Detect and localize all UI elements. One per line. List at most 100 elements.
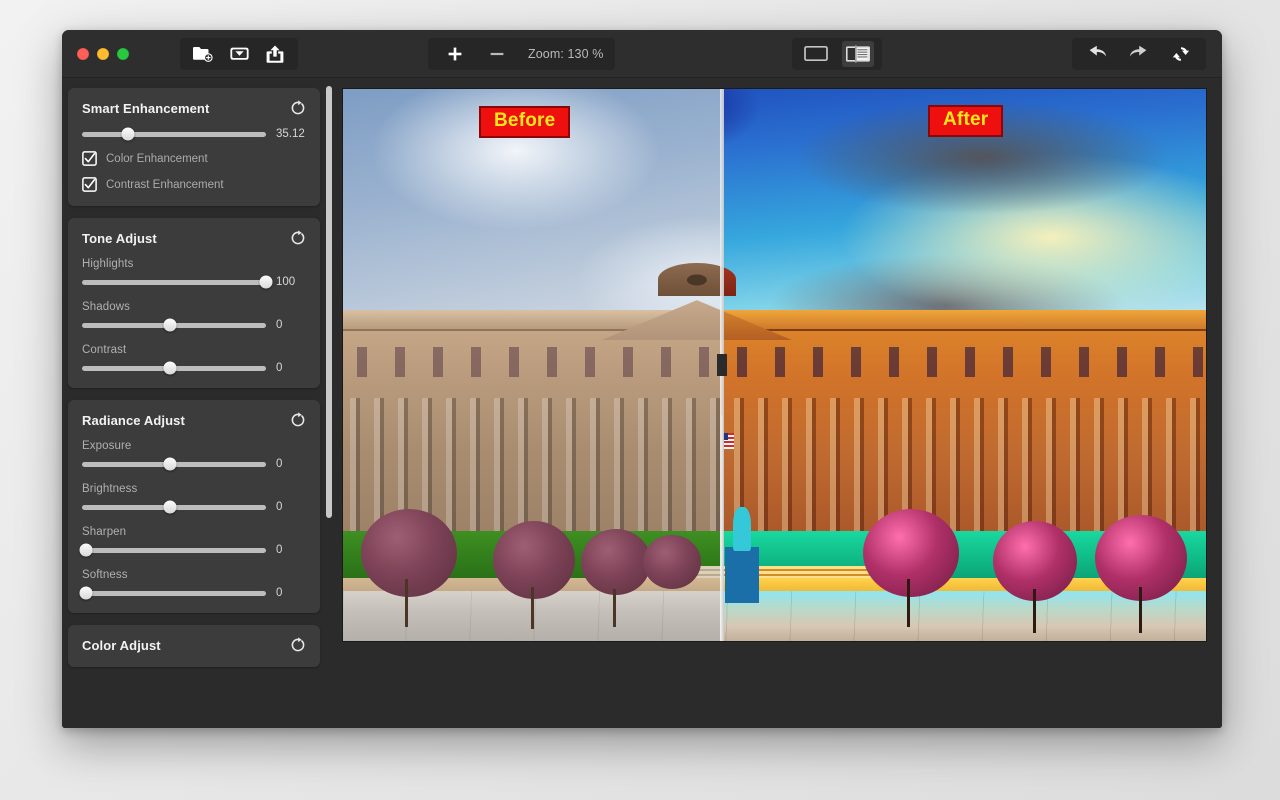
reset-panel-icon[interactable] bbox=[290, 412, 306, 428]
slider-label-shadows: Shadows bbox=[82, 301, 131, 313]
slider-value: 0 bbox=[276, 319, 283, 331]
slider-thumb[interactable] bbox=[79, 586, 93, 600]
slider-track[interactable] bbox=[79, 543, 266, 557]
slider-value: 35.12 bbox=[276, 128, 305, 140]
slider-thumb[interactable] bbox=[163, 457, 177, 471]
tree-trunk bbox=[1139, 587, 1142, 633]
slider-track[interactable] bbox=[82, 275, 273, 289]
tree-trunk bbox=[531, 587, 534, 629]
checkbox-checked-icon[interactable] bbox=[82, 177, 97, 192]
panel-header: Color Adjust bbox=[82, 637, 306, 653]
panel-radiance-adjust: Radiance Adjust Exposure 0 Brightness 0 … bbox=[68, 400, 320, 613]
reset-all-icon[interactable] bbox=[1164, 39, 1198, 69]
before-after-preview[interactable]: Before After bbox=[343, 89, 1206, 641]
panel-smart-enhancement: Smart Enhancement 35.12 Color Enhancemen… bbox=[68, 88, 320, 206]
after-label: After bbox=[928, 105, 1004, 137]
slider-track[interactable] bbox=[82, 361, 266, 375]
panel-title: Color Adjust bbox=[82, 637, 161, 653]
panel-header: Radiance Adjust bbox=[82, 412, 306, 428]
building-dome bbox=[657, 263, 720, 296]
view-mode-group bbox=[792, 37, 882, 70]
checkbox-label: Color Enhancement bbox=[106, 152, 208, 165]
slider-track[interactable] bbox=[82, 127, 266, 141]
before-image-half bbox=[343, 89, 720, 641]
single-view-icon[interactable] bbox=[800, 41, 832, 67]
redo-icon[interactable] bbox=[1122, 39, 1156, 69]
file-actions-group bbox=[180, 37, 298, 70]
slider-value: 0 bbox=[276, 544, 283, 556]
slider-thumb[interactable] bbox=[259, 275, 273, 289]
slider-smart-enhancement[interactable]: 35.12 bbox=[82, 127, 306, 141]
slider-label-brightness: Brightness bbox=[82, 483, 138, 495]
checkbox-checked-icon[interactable] bbox=[82, 151, 97, 166]
tree-trunk bbox=[613, 589, 616, 627]
inspector-scrollbar[interactable] bbox=[326, 86, 332, 518]
reset-panel-icon[interactable] bbox=[290, 230, 306, 246]
tree bbox=[581, 529, 651, 595]
checkbox-contrast-enhancement[interactable]: Contrast Enhancement bbox=[82, 177, 306, 192]
split-view-icon[interactable] bbox=[842, 40, 874, 67]
slider-label-softness: Softness bbox=[82, 569, 128, 581]
tree-trunk bbox=[405, 579, 408, 627]
panel-color-adjust: Color Adjust bbox=[68, 625, 320, 667]
slider-contrast[interactable]: 0 bbox=[82, 361, 306, 375]
tree bbox=[361, 509, 457, 597]
slider-label-contrast: Contrast bbox=[82, 344, 127, 356]
slider-value: 0 bbox=[276, 501, 283, 513]
reset-panel-icon[interactable] bbox=[290, 100, 306, 116]
history-actions-group bbox=[1072, 37, 1206, 70]
slider-thumb[interactable] bbox=[79, 543, 93, 557]
panel-tone-adjust: Tone Adjust Highlights 100 Shadows 0 Con… bbox=[68, 218, 320, 388]
slider-softness[interactable]: 0 bbox=[79, 586, 306, 600]
slider-brightness[interactable]: 0 bbox=[82, 500, 306, 514]
application-window: Zoom: 130 % Smart Enhancement 35.12 Colo… bbox=[62, 30, 1222, 728]
slider-value: 100 bbox=[276, 276, 296, 288]
slider-thumb[interactable] bbox=[163, 318, 177, 332]
slider-track[interactable] bbox=[79, 586, 266, 600]
minimize-window-button[interactable] bbox=[97, 47, 109, 60]
slider-thumb[interactable] bbox=[163, 361, 177, 375]
slider-label-sharpen: Sharpen bbox=[82, 526, 127, 538]
flag bbox=[723, 433, 734, 449]
window-controls bbox=[62, 47, 129, 60]
after-image-half bbox=[720, 89, 1206, 641]
inspector-panel: Smart Enhancement 35.12 Color Enhancemen… bbox=[62, 78, 338, 728]
zoom-in-button[interactable] bbox=[438, 39, 472, 69]
statue-figure bbox=[733, 507, 751, 551]
reset-panel-icon[interactable] bbox=[290, 637, 306, 653]
zoom-controls-group: Zoom: 130 % bbox=[428, 37, 616, 70]
checkbox-label: Contrast Enhancement bbox=[106, 178, 224, 191]
undo-icon[interactable] bbox=[1080, 39, 1114, 69]
before-scene bbox=[343, 89, 720, 641]
slider-thumb[interactable] bbox=[163, 500, 177, 514]
panel-header: Smart Enhancement bbox=[82, 100, 306, 116]
before-label: Before bbox=[479, 106, 571, 138]
split-view-handle[interactable] bbox=[717, 354, 727, 376]
slider-track[interactable] bbox=[82, 457, 266, 471]
adjustment-panel-list: Smart Enhancement 35.12 Color Enhancemen… bbox=[68, 88, 320, 667]
slider-value: 0 bbox=[276, 458, 283, 470]
slider-exposure[interactable]: 0 bbox=[82, 457, 306, 471]
slider-value: 0 bbox=[276, 362, 283, 374]
title-bar: Zoom: 130 % bbox=[62, 30, 1222, 78]
new-folder-icon[interactable] bbox=[186, 39, 220, 69]
statue-pedestal bbox=[725, 547, 759, 603]
tree bbox=[643, 535, 701, 589]
save-icon[interactable] bbox=[222, 39, 256, 69]
panel-title: Smart Enhancement bbox=[82, 100, 210, 116]
slider-shadows[interactable]: 0 bbox=[82, 318, 306, 332]
slider-highlights[interactable]: 100 bbox=[82, 275, 306, 289]
slider-sharpen[interactable]: 0 bbox=[79, 543, 306, 557]
building-windows bbox=[343, 346, 720, 377]
slider-track[interactable] bbox=[82, 318, 266, 332]
maximize-window-button[interactable] bbox=[117, 47, 129, 60]
canvas-area: Before After bbox=[338, 78, 1222, 728]
zoom-out-button[interactable] bbox=[480, 39, 514, 69]
slider-track[interactable] bbox=[82, 500, 266, 514]
slider-label-exposure: Exposure bbox=[82, 440, 132, 452]
slider-thumb[interactable] bbox=[121, 127, 135, 141]
close-window-button[interactable] bbox=[77, 47, 89, 60]
share-icon[interactable] bbox=[258, 39, 292, 69]
checkbox-color-enhancement[interactable]: Color Enhancement bbox=[82, 151, 306, 166]
tree bbox=[863, 509, 959, 597]
